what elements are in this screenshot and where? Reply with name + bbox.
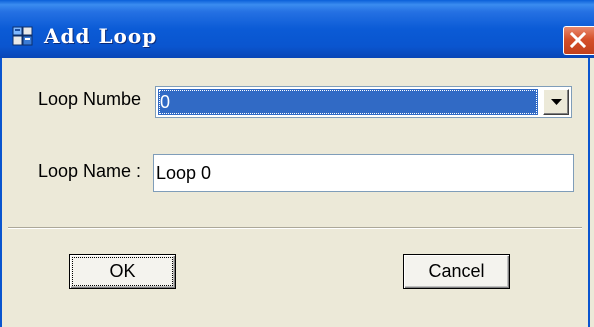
focus-ring (72, 257, 173, 286)
app-icon (12, 25, 34, 47)
close-button[interactable] (563, 26, 594, 55)
window-title: Add Loop (44, 24, 158, 48)
chevron-down-icon (551, 99, 562, 105)
loop-number-value: 0 (158, 89, 538, 115)
loop-name-label: Loop Name : (38, 161, 142, 181)
title-bar[interactable]: Add Loop (0, 0, 594, 58)
cancel-button[interactable]: Cancel (403, 254, 510, 289)
close-icon (569, 31, 587, 49)
loop-name-field[interactable] (153, 154, 574, 192)
add-loop-dialog: Add Loop Loop Numbe 0 Loop Name : OK Can… (0, 0, 594, 327)
dropdown-button[interactable] (543, 89, 569, 115)
loop-number-select[interactable]: 0 (155, 86, 572, 118)
divider (8, 227, 582, 229)
ok-button[interactable]: OK (69, 254, 176, 289)
loop-number-label: Loop Numbe (38, 89, 142, 109)
cancel-button-label: Cancel (428, 261, 485, 281)
